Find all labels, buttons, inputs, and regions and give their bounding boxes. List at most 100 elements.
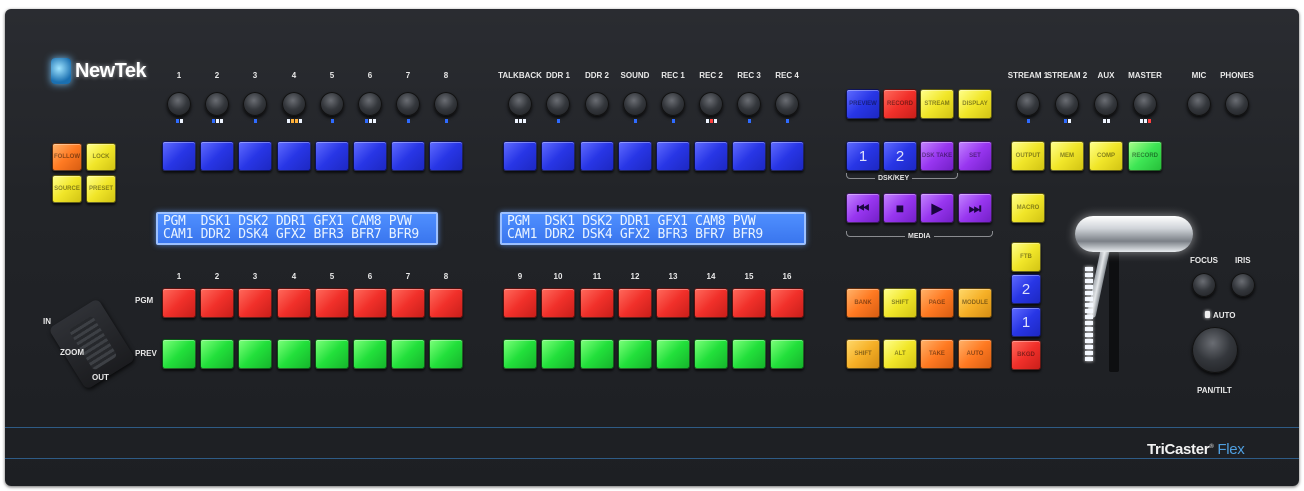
- source-select-button-1[interactable]: [162, 141, 196, 171]
- pgm-source-button-1[interactable]: [162, 288, 196, 318]
- prev-source-button-13[interactable]: [656, 339, 690, 369]
- output-knob-2[interactable]: [1055, 92, 1079, 116]
- shift-button-3[interactable]: TAKE: [920, 339, 954, 369]
- media-play-button[interactable]: ▶: [920, 193, 954, 223]
- pgm-source-button-12[interactable]: [618, 288, 652, 318]
- aux-knob-rec3[interactable]: [737, 92, 761, 116]
- pgm-source-button-10[interactable]: [541, 288, 575, 318]
- macro-button[interactable]: MACRO: [1011, 193, 1045, 223]
- prev-source-button-1[interactable]: [162, 339, 196, 369]
- media-prev-button[interactable]: ⏮: [846, 193, 880, 223]
- source-select-button-2[interactable]: [200, 141, 234, 171]
- source-select-button-10[interactable]: [541, 141, 575, 171]
- source-select-button-3[interactable]: [238, 141, 272, 171]
- aux-knob-8[interactable]: [434, 92, 458, 116]
- transition-button-2[interactable]: 2: [1011, 274, 1041, 304]
- prev-source-button-3[interactable]: [238, 339, 272, 369]
- pan-tilt-joystick[interactable]: [1192, 327, 1238, 373]
- aux-knob-4[interactable]: [282, 92, 306, 116]
- pgm-source-button-11[interactable]: [580, 288, 614, 318]
- prev-source-button-14[interactable]: [694, 339, 728, 369]
- transition-button-3[interactable]: 1: [1011, 307, 1041, 337]
- source-select-button-6[interactable]: [353, 141, 387, 171]
- follow-button-preset[interactable]: PRESET: [86, 175, 116, 203]
- source-select-button-13[interactable]: [656, 141, 690, 171]
- delegate-button-display[interactable]: DISPLAY: [958, 89, 992, 119]
- mic-knob[interactable]: [1187, 92, 1211, 116]
- follow-button-lock[interactable]: LOCK: [86, 143, 116, 171]
- pgm-source-button-14[interactable]: [694, 288, 728, 318]
- media-next-button[interactable]: ⏭: [958, 193, 992, 223]
- output-button-2[interactable]: MEM: [1050, 141, 1084, 171]
- bank-button-1[interactable]: BANK: [846, 288, 880, 318]
- source-select-button-9[interactable]: [503, 141, 537, 171]
- aux-knob-rec2[interactable]: [699, 92, 723, 116]
- follow-button-source[interactable]: SOURCE: [52, 175, 82, 203]
- pgm-source-button-15[interactable]: [732, 288, 766, 318]
- tbar-handle[interactable]: [1075, 216, 1193, 252]
- dsk-button-4[interactable]: SET: [958, 141, 992, 171]
- shift-button-1[interactable]: SHIFT: [846, 339, 880, 369]
- source-select-button-16[interactable]: [770, 141, 804, 171]
- prev-source-button-15[interactable]: [732, 339, 766, 369]
- delegate-button-stream[interactable]: STREAM: [920, 89, 954, 119]
- source-select-button-7[interactable]: [391, 141, 425, 171]
- aux-knob-talkback[interactable]: [508, 92, 532, 116]
- aux-knob-2[interactable]: [205, 92, 229, 116]
- pgm-source-button-3[interactable]: [238, 288, 272, 318]
- follow-button-follow[interactable]: FOLLOW: [52, 143, 82, 171]
- delegate-button-record[interactable]: RECORD: [883, 89, 917, 119]
- source-select-button-15[interactable]: [732, 141, 766, 171]
- dsk-button-2[interactable]: 2: [883, 141, 917, 171]
- dsk-button-3[interactable]: DSK TAKE: [920, 141, 954, 171]
- aux-knob-6[interactable]: [358, 92, 382, 116]
- shift-button-4[interactable]: AUTO: [958, 339, 992, 369]
- pgm-source-button-5[interactable]: [315, 288, 349, 318]
- pgm-source-button-13[interactable]: [656, 288, 690, 318]
- prev-source-button-10[interactable]: [541, 339, 575, 369]
- source-select-button-12[interactable]: [618, 141, 652, 171]
- pgm-source-button-2[interactable]: [200, 288, 234, 318]
- pgm-source-button-7[interactable]: [391, 288, 425, 318]
- output-knob-3[interactable]: [1094, 92, 1118, 116]
- transition-button-1[interactable]: FTB: [1011, 242, 1041, 272]
- iris-knob[interactable]: [1231, 273, 1255, 297]
- pgm-source-button-8[interactable]: [429, 288, 463, 318]
- aux-knob-3[interactable]: [243, 92, 267, 116]
- pgm-source-button-6[interactable]: [353, 288, 387, 318]
- shift-button-2[interactable]: ALT: [883, 339, 917, 369]
- prev-source-button-2[interactable]: [200, 339, 234, 369]
- aux-knob-5[interactable]: [320, 92, 344, 116]
- aux-knob-rec1[interactable]: [661, 92, 685, 116]
- prev-source-button-9[interactable]: [503, 339, 537, 369]
- transition-button-4[interactable]: BKGD: [1011, 340, 1041, 370]
- source-select-button-8[interactable]: [429, 141, 463, 171]
- output-button-4[interactable]: RECORD: [1128, 141, 1162, 171]
- bank-button-2[interactable]: SHIFT: [883, 288, 917, 318]
- aux-knob-rec4[interactable]: [775, 92, 799, 116]
- output-knob-4[interactable]: [1133, 92, 1157, 116]
- focus-knob[interactable]: [1192, 273, 1216, 297]
- source-select-button-4[interactable]: [277, 141, 311, 171]
- output-button-3[interactable]: COMP: [1089, 141, 1123, 171]
- aux-knob-ddr1[interactable]: [546, 92, 570, 116]
- output-knob-1[interactable]: [1016, 92, 1040, 116]
- pgm-source-button-16[interactable]: [770, 288, 804, 318]
- prev-source-button-11[interactable]: [580, 339, 614, 369]
- output-button-1[interactable]: OUTPUT: [1011, 141, 1045, 171]
- media-stop-button[interactable]: ■: [883, 193, 917, 223]
- pgm-source-button-4[interactable]: [277, 288, 311, 318]
- dsk-button-1[interactable]: 1: [846, 141, 880, 171]
- prev-source-button-6[interactable]: [353, 339, 387, 369]
- aux-knob-7[interactable]: [396, 92, 420, 116]
- bank-button-4[interactable]: MODULE: [958, 288, 992, 318]
- source-select-button-5[interactable]: [315, 141, 349, 171]
- phones-knob[interactable]: [1225, 92, 1249, 116]
- prev-source-button-5[interactable]: [315, 339, 349, 369]
- aux-knob-1[interactable]: [167, 92, 191, 116]
- prev-source-button-4[interactable]: [277, 339, 311, 369]
- prev-source-button-16[interactable]: [770, 339, 804, 369]
- source-select-button-11[interactable]: [580, 141, 614, 171]
- prev-source-button-8[interactable]: [429, 339, 463, 369]
- aux-knob-sound[interactable]: [623, 92, 647, 116]
